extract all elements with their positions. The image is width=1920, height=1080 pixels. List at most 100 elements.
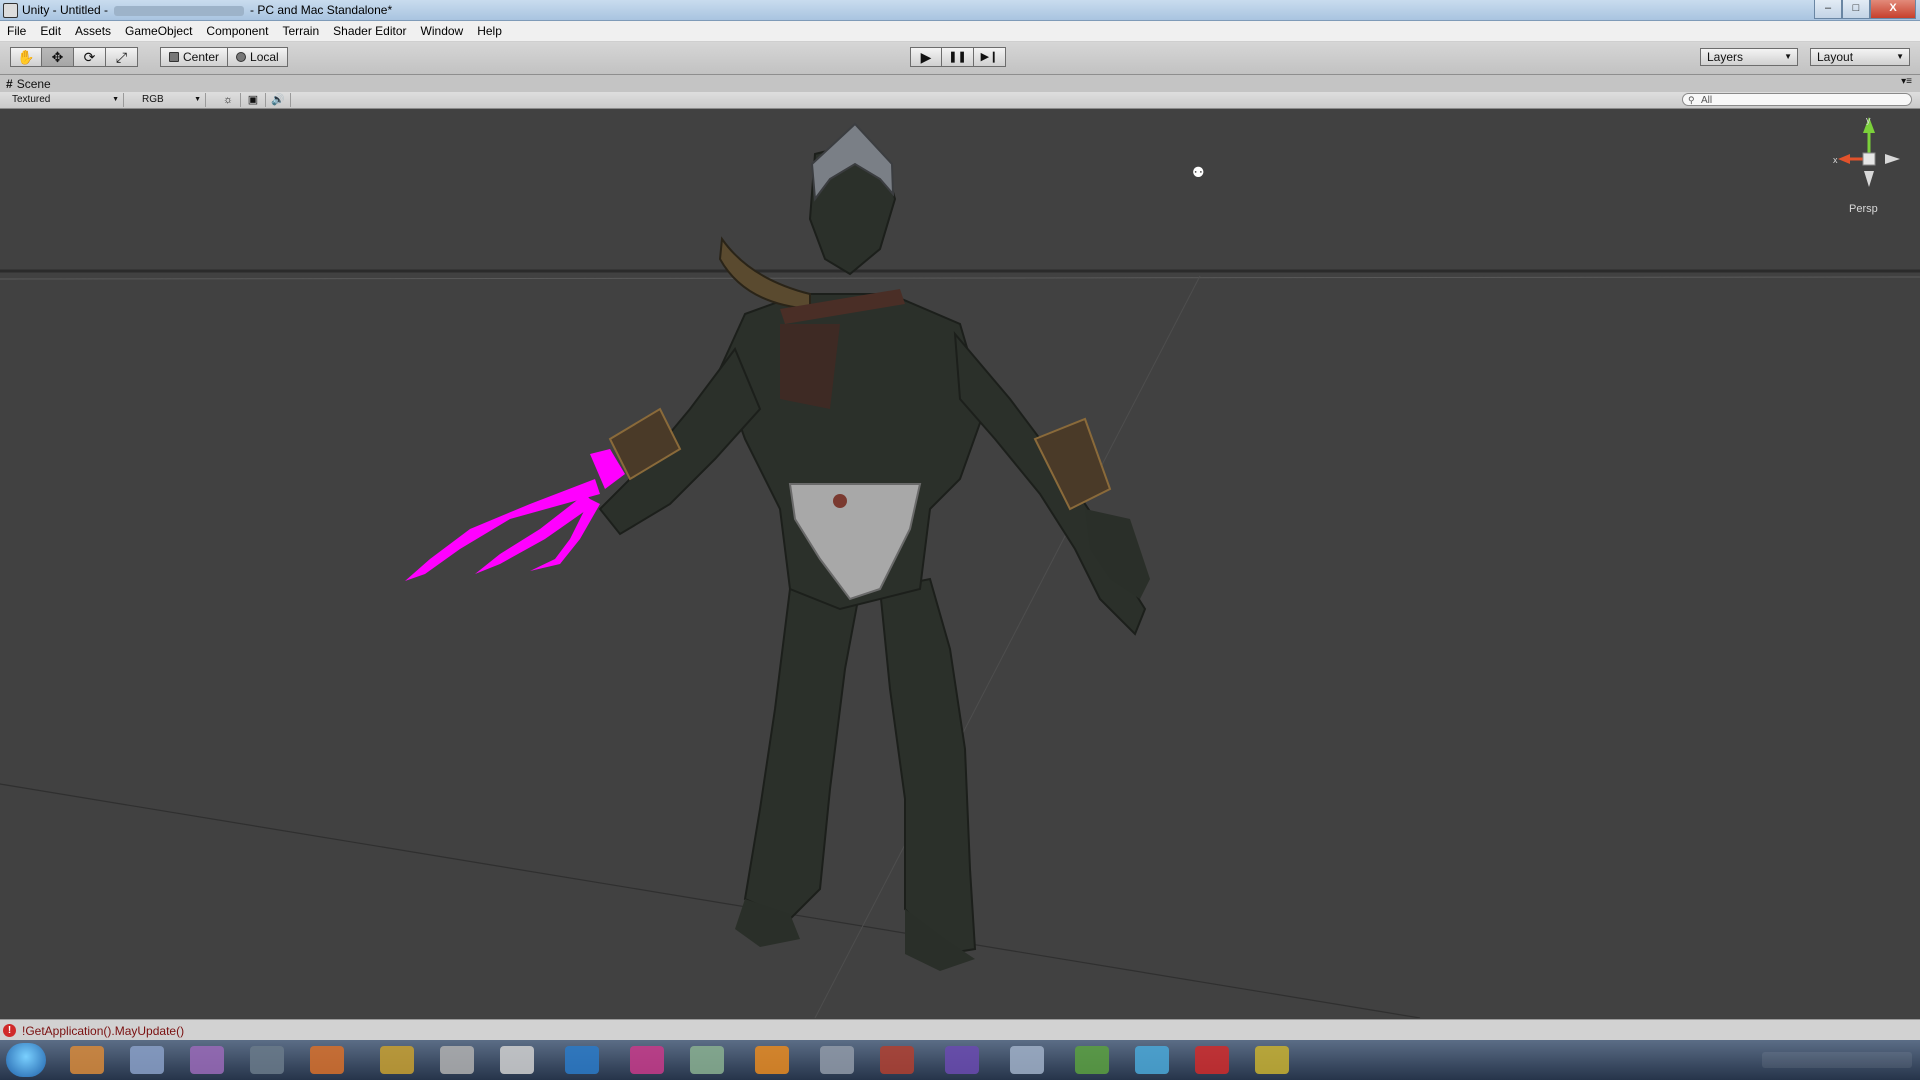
step-button[interactable]: ▶❙ [974,47,1006,67]
window-title: Unity - Untitled - - PC and Mac Standalon… [22,3,392,17]
orientation-gizmo: y x [1833,115,1900,187]
menu-help[interactable]: Help [470,24,509,38]
move-tool-button[interactable]: ✥ [42,47,74,67]
gizmo-neg-x-cone [1885,154,1900,164]
taskbar-app-icon[interactable] [1135,1046,1169,1074]
menu-gameobject[interactable]: GameObject [118,24,199,38]
scene-render: y x [0,115,1920,1018]
menu-component[interactable]: Component [199,24,275,38]
chevron-down-icon: ▼ [1896,52,1904,61]
taskbar-app-icon[interactable] [755,1046,789,1074]
scene-lighting-toggle[interactable]: ☼ [216,93,241,107]
taskbar-app-icon[interactable] [380,1046,414,1074]
scene-overlay-toggle[interactable]: ▣ [241,93,266,107]
search-icon: ⚲ [1688,95,1695,105]
pivot-toggles: Center Local [160,47,288,67]
play-button[interactable]: ▶ [910,47,942,67]
tab-scene[interactable]: # Scene [6,77,51,91]
horizon-line-light [0,276,1920,280]
taskbar-app-icon[interactable] [1010,1046,1044,1074]
menu-bar: File Edit Assets GameObject Component Te… [0,21,1920,42]
layout-label: Layout [1817,50,1854,64]
transform-tools: ✋ ✥ ⟳ ⤢ [10,47,138,67]
right-leg [878,577,977,956]
chevron-down-icon: ▼ [1784,52,1792,61]
taskbar-app-icon[interactable] [440,1046,474,1074]
right-arm [953,330,1147,636]
playback-controls: ▶ ❚❚ ▶❙ [910,47,1006,67]
taskbar-app-icon[interactable] [820,1046,854,1074]
scene-tab-icon: # [6,77,13,91]
move-icon: ✥ [51,49,64,65]
taskbar-app-icon[interactable] [945,1046,979,1074]
pause-button[interactable]: ❚❚ [942,47,974,67]
status-bar[interactable]: ! !GetApplication().MayUpdate() [0,1019,1920,1041]
taskbar-app-icon[interactable] [130,1046,164,1074]
window-title-suffix: - PC and Mac Standalone* [250,3,393,17]
taskbar-app-icon[interactable] [1075,1046,1109,1074]
window-titlebar: Unity - Untitled - - PC and Mac Standalon… [0,0,1920,21]
menu-shader-editor[interactable]: Shader Editor [326,24,413,38]
taskbar-app-icon[interactable] [690,1046,724,1074]
pivot-local-button[interactable]: Local [228,47,288,67]
scale-icon: ⤢ [115,49,128,65]
perspective-label[interactable]: Persp [1849,203,1878,215]
pivot-local-icon [236,52,247,62]
render-mode-dropdown[interactable]: Textured ▼ [6,93,124,107]
menu-assets[interactable]: Assets [68,24,118,38]
scene-audio-toggle[interactable]: 🔊 [266,93,291,107]
scene-search-input[interactable]: ⚲ All [1682,93,1912,106]
layers-label: Layers [1707,50,1744,64]
color-mode-value: RGB [142,94,164,105]
taskbar-app-icon[interactable] [70,1046,104,1074]
menu-window[interactable]: Window [414,24,471,38]
scene-viewport[interactable]: y x ⚉ Persp [0,109,1920,1018]
color-mode-dropdown[interactable]: RGB ▼ [136,93,206,107]
maximize-button[interactable]: □ [1842,0,1870,19]
tab-menu-icon[interactable]: ▾≡ [1901,76,1912,87]
search-placeholder: All [1701,95,1713,106]
taskbar-app-icon[interactable] [250,1046,284,1074]
pause-icon: ❚❚ [948,50,967,63]
rotate-icon: ⟳ [83,49,96,65]
system-tray[interactable] [1762,1052,1912,1068]
magenta-claw-weapon [405,449,625,581]
render-mode-value: Textured [12,94,51,105]
menu-terrain[interactable]: Terrain [275,24,326,38]
sun-icon: ☼ [222,94,234,106]
camera-icon[interactable]: ⚉ [1192,164,1205,181]
window-controls: – □ X [1814,0,1916,19]
unity-app-icon [3,3,18,18]
shoulder-armor [718,236,811,311]
start-button[interactable] [6,1043,46,1077]
taskbar-app-icon[interactable] [310,1046,344,1074]
layout-dropdown[interactable]: Layout ▼ [1810,48,1910,66]
taskbar-app-icon[interactable] [500,1046,534,1074]
main-toolbar: ✋ ✥ ⟳ ⤢ Center Local ▶ ❚❚ ▶❙ Layers ▼ La… [0,42,1920,75]
minimize-button[interactable]: – [1814,0,1842,19]
rotate-tool-button[interactable]: ⟳ [74,47,106,67]
redacted-project-path [114,5,245,16]
taskbar-app-icon[interactable] [880,1046,914,1074]
taskbar-app-icon[interactable] [1255,1046,1289,1074]
layers-dropdown[interactable]: Layers ▼ [1700,48,1798,66]
menu-file[interactable]: File [0,24,33,38]
error-icon: ! [3,1024,16,1037]
menu-edit[interactable]: Edit [33,24,68,38]
status-message[interactable]: !GetApplication().MayUpdate() [22,1024,184,1038]
chevron-down-icon: ▼ [112,96,119,103]
chevron-down-icon: ▼ [194,96,201,103]
taskbar-app-icon[interactable] [1195,1046,1229,1074]
taskbar-app-icon[interactable] [630,1046,664,1074]
scale-tool-button[interactable]: ⤢ [106,47,138,67]
gizmo-x-label: x [1833,155,1838,165]
pivot-local-label: Local [250,50,279,64]
hand-tool-button[interactable]: ✋ [10,47,42,67]
gizmo-y-label: y [1866,115,1871,125]
taskbar-app-icon[interactable] [565,1046,599,1074]
step-icon: ▶❙ [980,50,999,63]
close-button[interactable]: X [1870,0,1916,19]
speaker-icon: 🔊 [271,94,285,106]
pivot-center-button[interactable]: Center [160,47,229,67]
taskbar-app-icon[interactable] [190,1046,224,1074]
